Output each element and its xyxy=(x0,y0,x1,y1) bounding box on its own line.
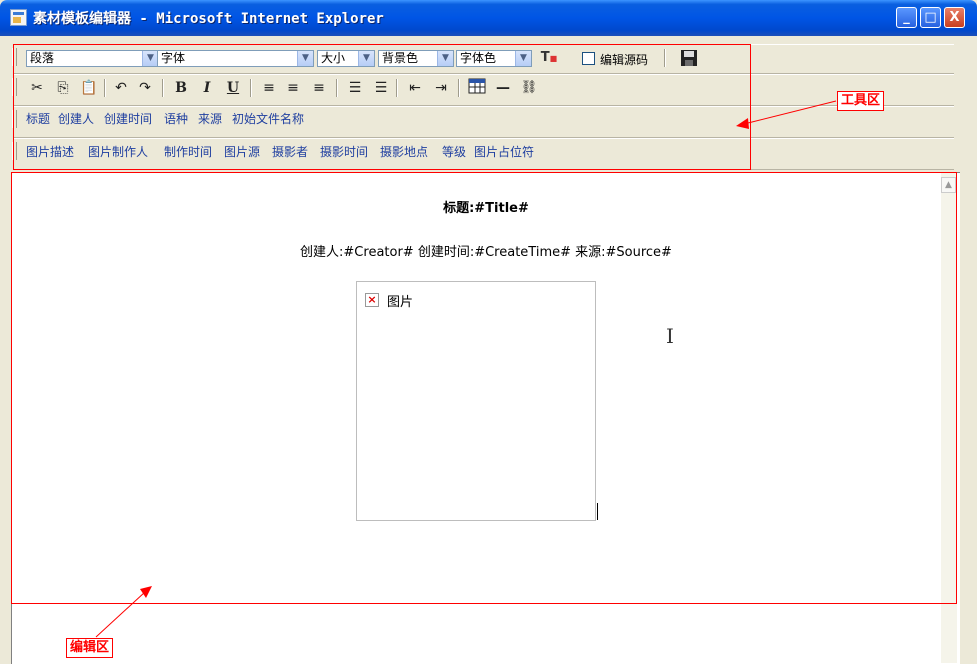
annotation-arrows xyxy=(95,100,837,638)
